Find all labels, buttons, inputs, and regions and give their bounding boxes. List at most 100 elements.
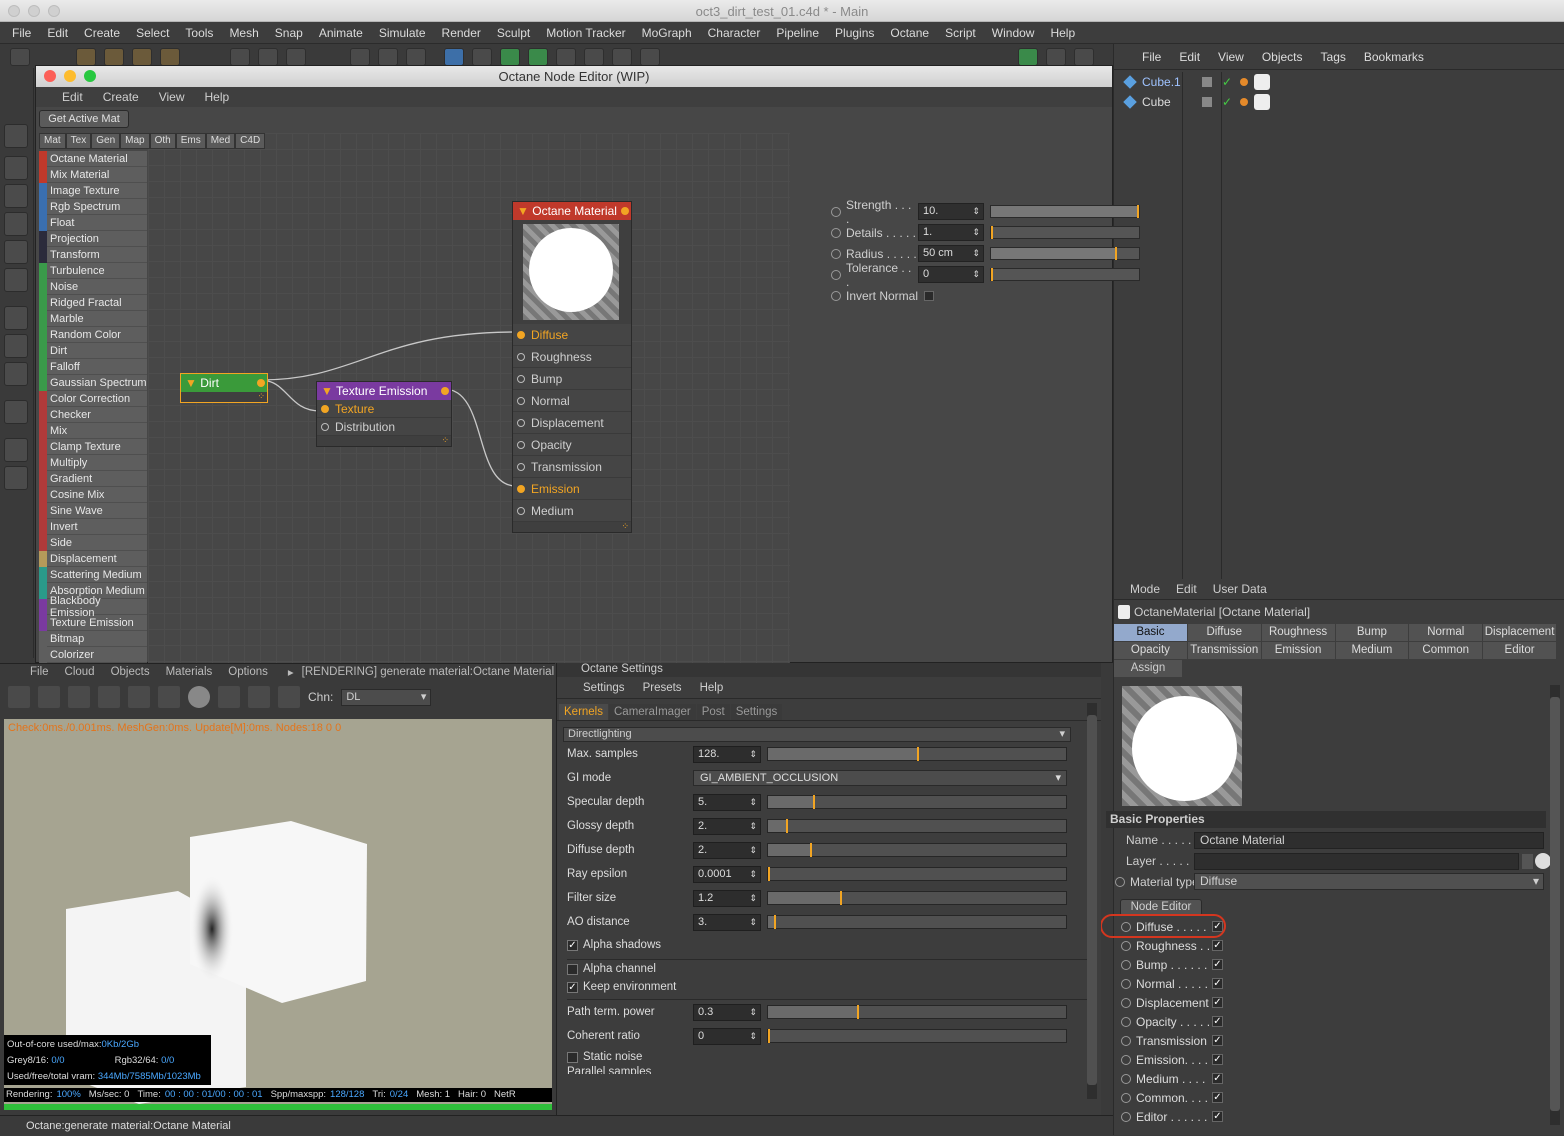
setting-slider[interactable] bbox=[767, 843, 1067, 857]
slider-handle[interactable] bbox=[1137, 205, 1139, 218]
collapse-icon[interactable]: ▼ bbox=[185, 376, 197, 390]
node-list-item[interactable]: Texture Emission bbox=[39, 614, 147, 631]
channel-checkbox[interactable]: ✓ bbox=[1212, 1111, 1223, 1122]
slider-handle[interactable] bbox=[768, 1029, 770, 1043]
expand-icon[interactable]: ▸ bbox=[288, 665, 294, 679]
keep-environment-row[interactable]: ✓ Keep environment bbox=[557, 978, 1101, 996]
keyframe-icon[interactable] bbox=[1121, 940, 1131, 951]
category-tab-ems[interactable]: Ems bbox=[175, 133, 206, 149]
menu-character[interactable]: Character bbox=[700, 26, 769, 40]
keyframe-icon[interactable] bbox=[1121, 978, 1131, 989]
layout-save-icon[interactable] bbox=[1046, 48, 1066, 66]
deformer-icon[interactable] bbox=[556, 48, 576, 66]
node-menu-view[interactable]: View bbox=[159, 90, 185, 104]
param-field[interactable]: 10. ⇕ bbox=[918, 203, 984, 220]
layer-arrow-icon[interactable] bbox=[1522, 854, 1533, 869]
render-picture-viewer-icon[interactable] bbox=[378, 48, 398, 66]
menu-animate[interactable]: Animate bbox=[311, 26, 371, 40]
object-menu-file[interactable]: File bbox=[1142, 50, 1161, 64]
tab-roughness[interactable]: Roughness bbox=[1261, 624, 1335, 641]
menu-render[interactable]: Render bbox=[434, 26, 489, 40]
material-tag-icon[interactable] bbox=[1254, 94, 1271, 110]
get-active-mat-button[interactable]: Get Active Mat bbox=[39, 110, 129, 128]
port-dot-icon[interactable] bbox=[517, 462, 525, 471]
settings-tab-post[interactable]: Post bbox=[696, 704, 730, 720]
axis-mode-icon[interactable] bbox=[4, 306, 28, 330]
node-list-item[interactable]: Scattering Medium bbox=[39, 566, 147, 583]
pick-icon[interactable] bbox=[1535, 853, 1551, 869]
light-icon[interactable] bbox=[640, 48, 660, 66]
output-port[interactable] bbox=[441, 387, 449, 395]
octane-tag-icon[interactable] bbox=[1240, 78, 1249, 86]
object-name[interactable]: Cube.1 bbox=[1142, 75, 1194, 89]
menu-script[interactable]: Script bbox=[937, 26, 984, 40]
node-list-item[interactable]: Noise bbox=[39, 278, 147, 295]
port-normal[interactable]: Normal bbox=[513, 390, 631, 412]
port-distribution[interactable]: Distribution bbox=[317, 418, 451, 436]
material-ball-icon[interactable] bbox=[188, 686, 210, 708]
channel-checkbox[interactable]: ✓ bbox=[1212, 1035, 1223, 1046]
resize-icon[interactable]: ⁘ bbox=[257, 391, 265, 402]
gi-mode-dropdown[interactable]: GI_AMBIENT_OCCLUSION ▾ bbox=[693, 770, 1067, 786]
keyframe-icon[interactable] bbox=[1121, 959, 1131, 970]
param-field[interactable]: 1. ⇕ bbox=[918, 224, 984, 241]
octane-tag-icon[interactable] bbox=[1240, 98, 1249, 106]
attribute-menu-edit[interactable]: Edit bbox=[1176, 582, 1197, 596]
stepper-icon[interactable]: ⇕ bbox=[972, 267, 980, 282]
settings-gear-icon[interactable] bbox=[128, 686, 150, 708]
alpha-channel-checkbox[interactable] bbox=[567, 963, 578, 975]
menu-create[interactable]: Create bbox=[76, 26, 128, 40]
scrollbar-thumb[interactable] bbox=[1550, 697, 1560, 1111]
port-displacement[interactable]: Displacement bbox=[513, 412, 631, 434]
setting-field[interactable]: 0.0001 ⇕ bbox=[693, 865, 761, 883]
camera-icon[interactable] bbox=[612, 48, 632, 66]
edges-mode-icon[interactable] bbox=[4, 240, 28, 264]
alpha-channel-row[interactable]: Alpha channel bbox=[557, 960, 1101, 978]
stepper-icon[interactable]: ⇕ bbox=[972, 225, 980, 240]
tab-diffuse[interactable]: Diffuse bbox=[1187, 624, 1261, 641]
x-axis-lock-icon[interactable] bbox=[230, 48, 250, 66]
menu-file[interactable]: File bbox=[4, 26, 39, 40]
node-list-item[interactable]: Gradient bbox=[39, 470, 147, 487]
pause-icon[interactable] bbox=[68, 686, 90, 708]
static-noise-row[interactable]: Static noise bbox=[557, 1048, 1101, 1066]
port-dot-icon[interactable] bbox=[517, 440, 525, 449]
keyframe-icon[interactable] bbox=[831, 206, 841, 217]
setting-slider[interactable] bbox=[767, 819, 1067, 833]
cloner-icon[interactable] bbox=[528, 48, 548, 66]
category-tab-oth[interactable]: Oth bbox=[149, 133, 176, 149]
tweak-mode-icon[interactable] bbox=[4, 334, 28, 358]
slider-handle[interactable] bbox=[773, 915, 776, 929]
setting-field[interactable]: 5. ⇕ bbox=[693, 793, 761, 811]
stepper-icon[interactable]: ⇕ bbox=[749, 819, 757, 834]
node-list-item[interactable]: Clamp Texture bbox=[39, 438, 147, 455]
undo-icon[interactable] bbox=[10, 48, 30, 66]
stepper-icon[interactable]: ⇕ bbox=[749, 891, 757, 906]
port-dot-icon[interactable] bbox=[517, 418, 525, 427]
collapse-icon[interactable]: ▼ bbox=[517, 204, 529, 218]
layout-lock-icon[interactable] bbox=[1074, 48, 1094, 66]
workplane-icon[interactable] bbox=[4, 184, 28, 208]
menu-tools[interactable]: Tools bbox=[177, 26, 221, 40]
setting-slider[interactable] bbox=[767, 867, 1067, 881]
collapse-icon[interactable]: ▼ bbox=[321, 384, 333, 398]
port-dot-icon[interactable] bbox=[321, 422, 329, 431]
category-tab-c4d[interactable]: C4D bbox=[235, 133, 266, 149]
menu-motion-tracker[interactable]: Motion Tracker bbox=[538, 26, 633, 40]
alpha-shadows-row[interactable]: ✓ Alpha shadows bbox=[557, 936, 1101, 954]
stepper-icon[interactable]: ⇕ bbox=[749, 843, 757, 858]
port-emission[interactable]: Emission bbox=[513, 478, 631, 500]
z-axis-lock-icon[interactable] bbox=[286, 48, 306, 66]
close-icon[interactable] bbox=[44, 70, 56, 82]
settings-tab-cameraimager[interactable]: CameraImager bbox=[609, 704, 696, 720]
node-list-item[interactable]: Bitmap bbox=[39, 630, 147, 647]
attribute-menu-mode[interactable]: Mode bbox=[1130, 582, 1160, 596]
attribute-menu-user-data[interactable]: User Data bbox=[1213, 582, 1267, 596]
setting-slider[interactable] bbox=[767, 915, 1067, 929]
tab-transmission[interactable]: Transmission bbox=[1187, 642, 1261, 659]
channel-row[interactable]: Transmission ✓ bbox=[1110, 1031, 1550, 1050]
soft-selection-icon[interactable] bbox=[4, 466, 28, 490]
keyframe-icon[interactable] bbox=[1121, 1035, 1131, 1046]
channel-row[interactable]: Editor . . . . . . ✓ bbox=[1110, 1107, 1550, 1126]
channel-checkbox[interactable]: ✓ bbox=[1212, 1054, 1223, 1065]
